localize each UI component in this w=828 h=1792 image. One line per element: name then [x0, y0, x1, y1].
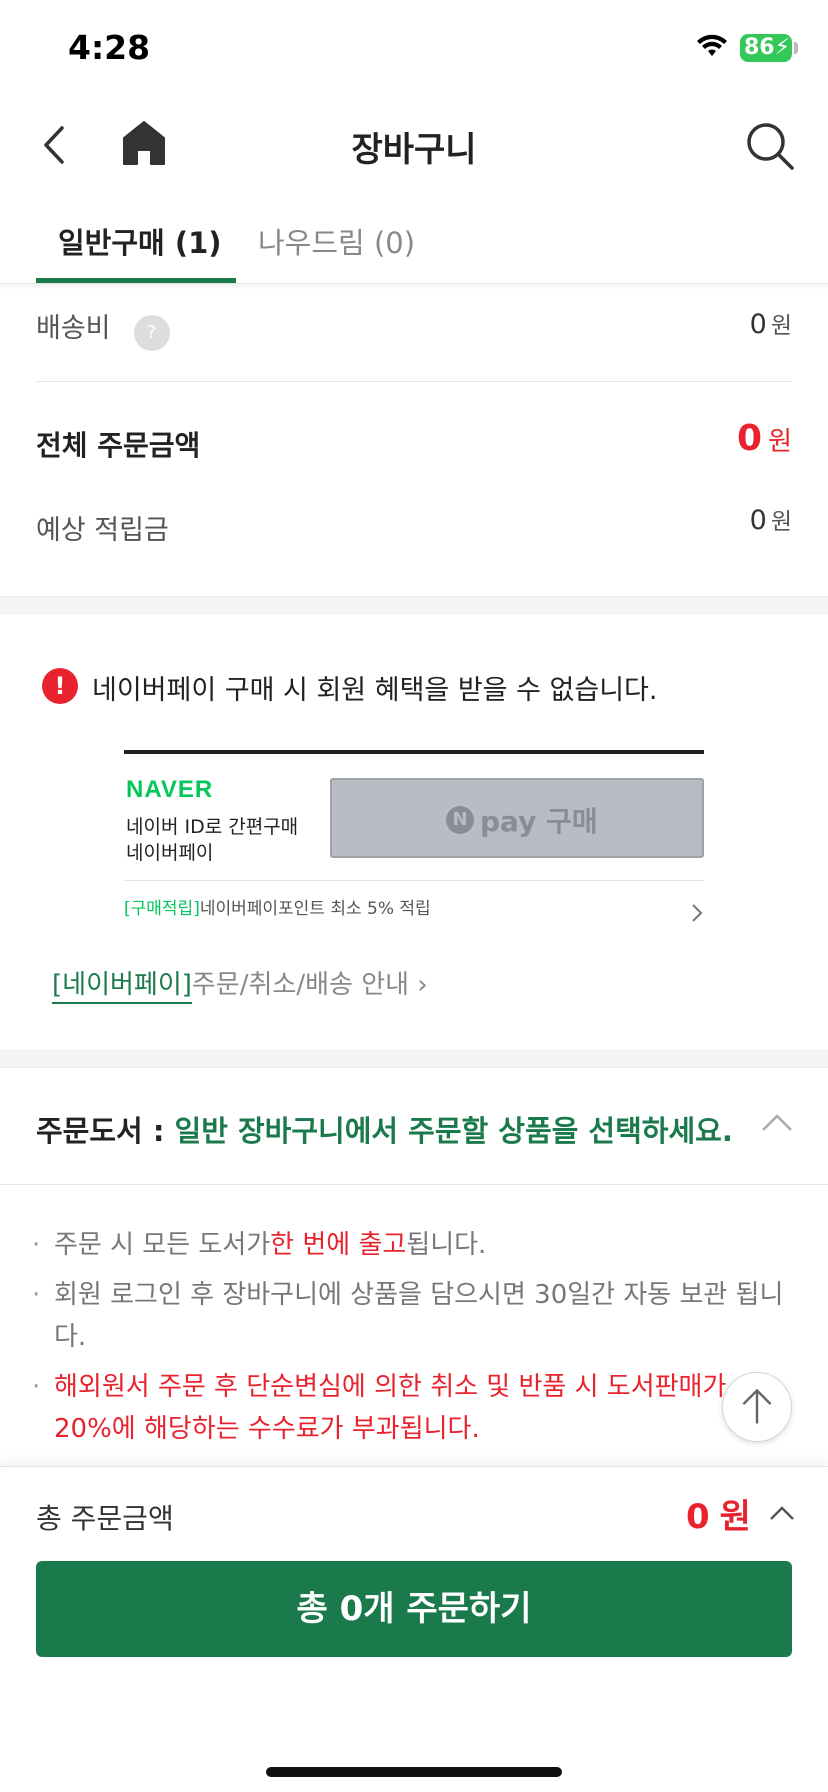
alert-icon: ! — [42, 668, 78, 704]
tab-active-underline — [36, 278, 236, 283]
home-indicator — [266, 1767, 562, 1777]
cart-tabs: 일반구매 (1) 나우드림 (0) — [0, 200, 828, 284]
section-gap — [0, 596, 828, 614]
shipping-label: 배송비 — [36, 313, 111, 344]
naverpay-box: NAVER 네이버 ID로 간편구매 네이버페이 N pay 구매 [구매적립]… — [124, 750, 704, 922]
npay-divider — [124, 880, 704, 881]
npay-point-info[interactable]: [구매적립]네이버페이포인트 최소 5% 적립 — [124, 894, 431, 919]
chevron-up-icon[interactable] — [768, 1501, 796, 1525]
points-row: 예상 적립금 0원 — [36, 505, 792, 547]
npay-n-icon: N — [446, 806, 474, 834]
arrow-up-icon[interactable] — [722, 1372, 792, 1442]
help-icon[interactable]: ? — [133, 314, 170, 351]
bottom-order-bar: 총 주문금액 0원 총 0개 주문하기 — [0, 1466, 828, 1792]
order-notes: 주문 시 모든 도서가한 번에 출고됩니다. 회원 로그인 후 장바구니에 상품… — [32, 1224, 792, 1458]
naver-subtitle-2: 네이버페이 — [126, 842, 214, 864]
total-order-label: 전체 주문금액 — [36, 429, 201, 462]
tab-general-purchase[interactable]: 일반구매 (1) — [58, 220, 222, 262]
page-title: 장바구니 — [351, 130, 477, 170]
total-order-value: 0원 — [737, 418, 792, 459]
order-note-warning: 해외원서 주문 후 단순변심에 의한 취소 및 반품 시 도서판매가 20%에 … — [32, 1366, 792, 1450]
bottom-total-value: 0원 — [686, 1497, 751, 1537]
bottom-total-label: 총 주문금액 — [36, 1502, 174, 1535]
shipping-row: 배송비 ? 0원 — [36, 306, 792, 351]
naver-subtitle: 네이버 ID로 간편구매 — [126, 816, 299, 838]
points-label: 예상 적립금 — [36, 515, 169, 546]
status-bar: 4:28 86⚡ — [0, 0, 828, 100]
section-gap-2 — [0, 1050, 828, 1068]
order-divider — [0, 1184, 828, 1185]
naver-logo: NAVER — [126, 776, 214, 803]
tab-nowdream[interactable]: 나우드림 (0) — [258, 220, 415, 262]
order-note: 회원 로그인 후 장바구니에 상품을 담으시면 30일간 자동 보관 됩니다. — [32, 1274, 792, 1358]
naverpay-guide-link[interactable]: [네이버페이]주문/취소/배송 안내 › — [52, 964, 428, 1004]
total-row: 전체 주문금액 0원 — [36, 418, 792, 464]
points-value: 0원 — [749, 505, 792, 536]
naverpay-purchase-button[interactable]: N pay 구매 — [330, 778, 704, 858]
status-time: 4:28 — [68, 28, 151, 67]
search-icon[interactable] — [744, 120, 796, 172]
battery-indicator: 86⚡ — [740, 34, 792, 62]
wifi-icon — [697, 34, 727, 56]
order-books-title: 주문도서 : 일반 장바구니에서 주문할 상품을 선택하세요. — [36, 1114, 733, 1148]
shipping-value: 0원 — [749, 309, 792, 340]
header: 장바구니 — [0, 100, 828, 190]
battery-tip — [794, 42, 798, 54]
npay-button-label: pay 구매 — [480, 805, 598, 838]
order-note: 주문 시 모든 도서가한 번에 출고됩니다. — [32, 1224, 792, 1266]
chevron-up-icon[interactable] — [760, 1108, 794, 1138]
chevron-right-icon[interactable] — [690, 902, 704, 924]
order-button[interactable]: 총 0개 주문하기 — [36, 1561, 792, 1657]
summary-divider — [36, 381, 792, 382]
naverpay-notice: 네이버페이 구매 시 회원 혜택을 받을 수 없습니다. — [92, 675, 658, 706]
